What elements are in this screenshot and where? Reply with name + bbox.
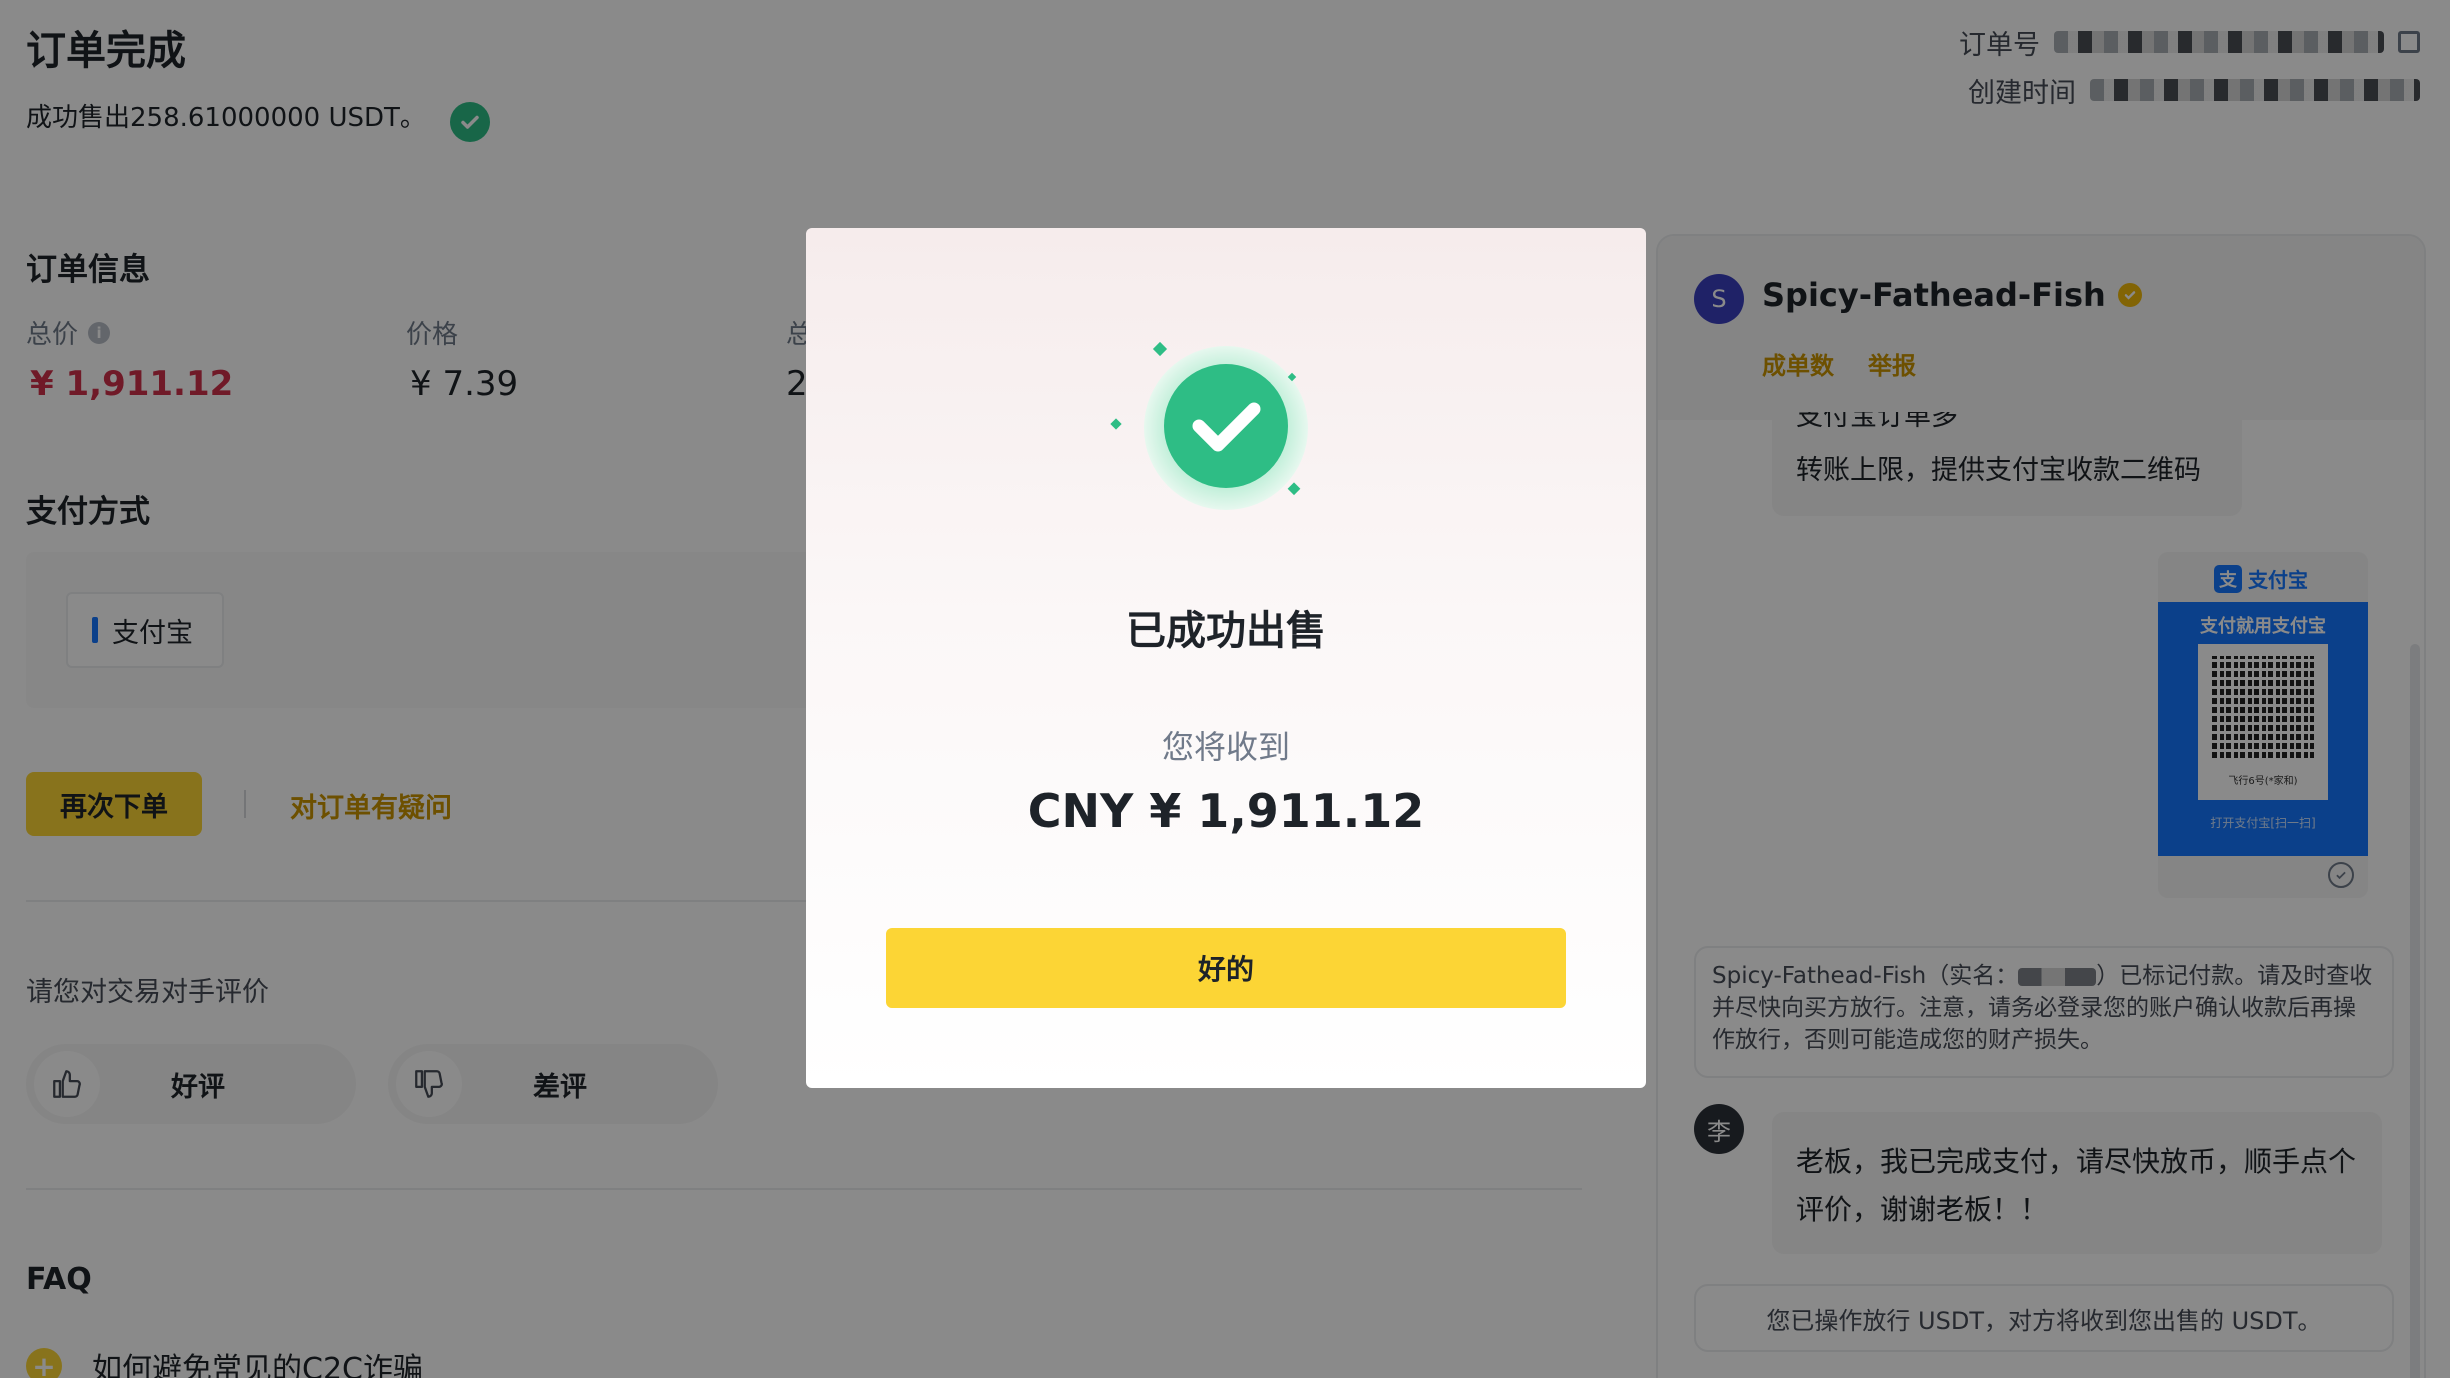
success-check-icon [1110,341,1308,510]
order-complete-page: 订单完成 成功售出258.61000000 USDT。 订单号 创建时间 订单信… [0,0,2450,1378]
receive-label: 您将收到 [1161,728,1290,766]
sell-success-modal: 已成功出售 您将收到 CNY ¥ 1,911.12 好的 [806,228,1646,1088]
receive-amount: CNY ¥ 1,911.12 [1027,784,1425,838]
modal-title: 已成功出售 [1126,608,1326,654]
ok-button[interactable]: 好的 [886,928,1566,1008]
